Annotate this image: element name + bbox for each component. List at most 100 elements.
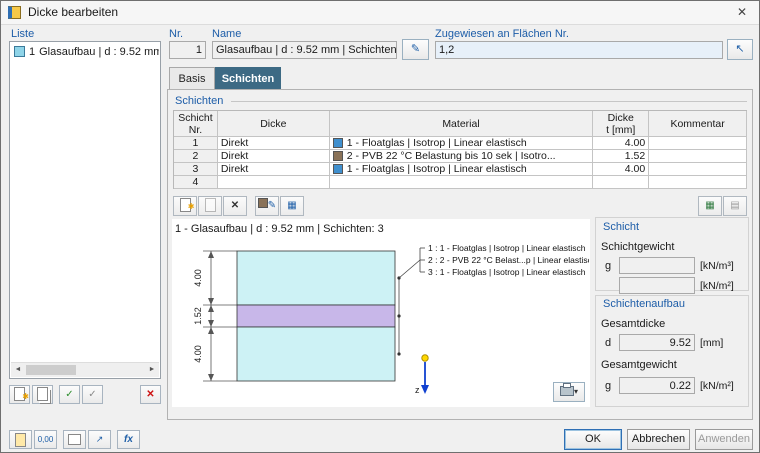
total-thickness-label: Gesamtdicke xyxy=(601,318,666,330)
new-thickness-button[interactable]: ✱ xyxy=(9,385,30,404)
new-from-template-button[interactable] xyxy=(9,430,32,449)
cell-material[interactable]: 1 - Floatglas | Isotrop | Linear elastis… xyxy=(329,137,594,150)
scroll-right-icon[interactable]: ► xyxy=(145,363,159,376)
name-field[interactable]: Glasaufbau | d : 9.52 mm | Schichten: 3 xyxy=(212,41,397,59)
unit-kn-m3: [kN/m³] xyxy=(700,260,734,272)
cell-dicke[interactable]: Direkt xyxy=(217,150,330,163)
check-gray-icon: ✓ xyxy=(88,389,97,400)
table-row[interactable]: 1 Direkt 1 - Floatglas | Isotrop | Linea… xyxy=(174,137,747,150)
unit-kn-m2: [kN/m²] xyxy=(700,280,734,292)
print-button[interactable]: ▾ xyxy=(553,382,585,402)
title-bar[interactable]: Dicke bearbeiten ✕ xyxy=(1,1,759,25)
assigned-surfaces-field[interactable]: 1,2 xyxy=(435,41,723,59)
scrollbar-thumb[interactable] xyxy=(26,365,76,375)
z-axis-arrow xyxy=(421,385,429,394)
close-icon[interactable]: ✕ xyxy=(725,1,759,23)
tab-basis[interactable]: Basis xyxy=(169,67,215,89)
header-dicke-t: Dicke t [mm] xyxy=(593,111,650,137)
material-color-icon xyxy=(332,138,343,148)
list-item-nr: 1 xyxy=(29,45,36,58)
nr-label: Nr. xyxy=(169,28,184,40)
cell-thickness[interactable]: 4.00 xyxy=(593,163,650,176)
layers-table[interactable]: Schicht Nr. Dicke Material Dicke t [mm] … xyxy=(173,110,747,189)
list-item[interactable]: 1 Glasaufbau | d : 9.52 mm | Schic xyxy=(11,43,159,60)
delete-layer-button[interactable]: ✕ xyxy=(223,196,247,216)
edit-name-button[interactable]: ✎ xyxy=(402,39,429,60)
cell-kommentar[interactable] xyxy=(649,163,747,176)
cell-nr: 4 xyxy=(174,176,218,189)
material-library-button[interactable]: ▦ xyxy=(280,196,304,216)
assigned-surfaces-label: Zugewiesen an Flächen Nr. xyxy=(435,28,569,40)
cross-section-diagram: 4.00 1.52 4.00 1 : 1 - Floatglas | Isotr… xyxy=(193,243,589,395)
unit-kn-m2-total: [kN/m²] xyxy=(700,380,734,392)
header-nr: Nr. xyxy=(188,123,203,136)
deselect-all-button[interactable]: ✓ xyxy=(82,385,103,404)
legend-line-1: 1 : 1 - Floatglas | Isotrop | Linear ela… xyxy=(428,243,586,253)
copy-layer-button[interactable] xyxy=(198,196,222,216)
dialog-title: Dicke bearbeiten xyxy=(28,5,119,19)
formula-button[interactable]: fx xyxy=(117,430,140,449)
nr-field: 1 xyxy=(169,41,206,59)
table-export-button[interactable]: ▦ xyxy=(698,196,722,216)
cell-thickness[interactable]: 1.52 xyxy=(593,150,650,163)
cell-kommentar[interactable] xyxy=(649,176,747,189)
printer-icon xyxy=(559,383,574,396)
scroll-left-icon[interactable]: ◄ xyxy=(11,363,25,376)
dim-arrow xyxy=(208,320,214,327)
cell-material[interactable]: 1 - Floatglas | Isotrop | Linear elastis… xyxy=(329,163,594,176)
list-horizontal-scrollbar[interactable]: ◄ ► xyxy=(11,362,159,377)
cell-material[interactable] xyxy=(329,176,594,189)
dim-label-mid: 1.52 xyxy=(193,307,203,325)
edit-material-button[interactable]: ✎ xyxy=(255,196,279,216)
material-color-icon xyxy=(332,164,343,174)
ok-button[interactable]: OK xyxy=(564,429,622,450)
tab-schichten[interactable]: Schichten xyxy=(215,67,281,89)
apply-to-selection-button[interactable]: ↗ xyxy=(88,430,111,449)
thickness-list[interactable]: 1 Glasaufbau | d : 9.52 mm | Schic ◄ ► xyxy=(9,41,161,379)
leader-dot xyxy=(397,352,401,356)
table-row[interactable]: 4 xyxy=(174,176,747,189)
display-settings-button[interactable] xyxy=(63,430,86,449)
table-row[interactable]: 3 Direkt 1 - Floatglas | Isotrop | Linea… xyxy=(174,163,747,176)
delete-thickness-button[interactable]: ✕ xyxy=(140,385,161,404)
material-icon xyxy=(257,198,268,208)
pencil-icon: ✎ xyxy=(410,43,421,55)
cell-material[interactable]: 2 - PVB 22 °C Belastung bis 10 sek | Iso… xyxy=(329,150,594,163)
header-material: Material xyxy=(329,111,594,137)
preview-title: 1 - Glasaufbau | d : 9.52 mm | Schichten… xyxy=(175,223,388,235)
delete-icon: ✕ xyxy=(230,200,240,211)
unit-mm: [mm] xyxy=(700,337,724,349)
white-box-icon xyxy=(68,434,81,446)
add-layer-button[interactable]: ✱ xyxy=(173,196,197,216)
box-arrow-icon: ↗ xyxy=(95,434,104,444)
material-text: 1 - Floatglas | Isotrop | Linear elastis… xyxy=(346,137,527,149)
copy-thickness-button[interactable] xyxy=(32,385,53,404)
cell-kommentar[interactable] xyxy=(649,137,747,150)
table-import-button[interactable]: ▤ xyxy=(723,196,747,216)
select-all-button[interactable]: ✓ xyxy=(59,385,80,404)
table-row[interactable]: 2 Direkt 2 - PVB 22 °C Belastung bis 10 … xyxy=(174,150,747,163)
name-label: Name xyxy=(212,28,242,40)
table-body: 1 Direkt 1 - Floatglas | Isotrop | Linea… xyxy=(174,137,747,189)
select-arrow-icon: ↖ xyxy=(735,43,745,55)
cell-dicke[interactable] xyxy=(217,176,330,189)
cancel-button[interactable]: Abbrechen xyxy=(627,429,690,450)
select-surfaces-button[interactable]: ↖ xyxy=(727,39,753,60)
units-decimals-button[interactable]: 0,00 xyxy=(34,430,57,449)
cell-thickness[interactable] xyxy=(593,176,650,189)
cell-dicke[interactable]: Direkt xyxy=(217,163,330,176)
layers-group-line xyxy=(231,101,747,102)
new-layer-icon: ✱ xyxy=(179,198,195,213)
dim-arrow xyxy=(208,327,214,334)
cell-dicke[interactable]: Direkt xyxy=(217,137,330,150)
dropdown-icon: ▾ xyxy=(573,387,578,396)
copy-layer-icon xyxy=(204,198,216,213)
apply-button: Anwenden xyxy=(695,429,753,450)
star-icon: ✱ xyxy=(22,392,29,402)
dim-arrow xyxy=(208,251,214,258)
dim-arrow xyxy=(208,374,214,381)
cell-kommentar[interactable] xyxy=(649,150,747,163)
list-panel-label: Liste xyxy=(11,28,35,40)
cell-thickness[interactable]: 4.00 xyxy=(593,137,650,150)
legend-line-3: 3 : 1 - Floatglas | Isotrop | Linear ela… xyxy=(428,267,586,277)
